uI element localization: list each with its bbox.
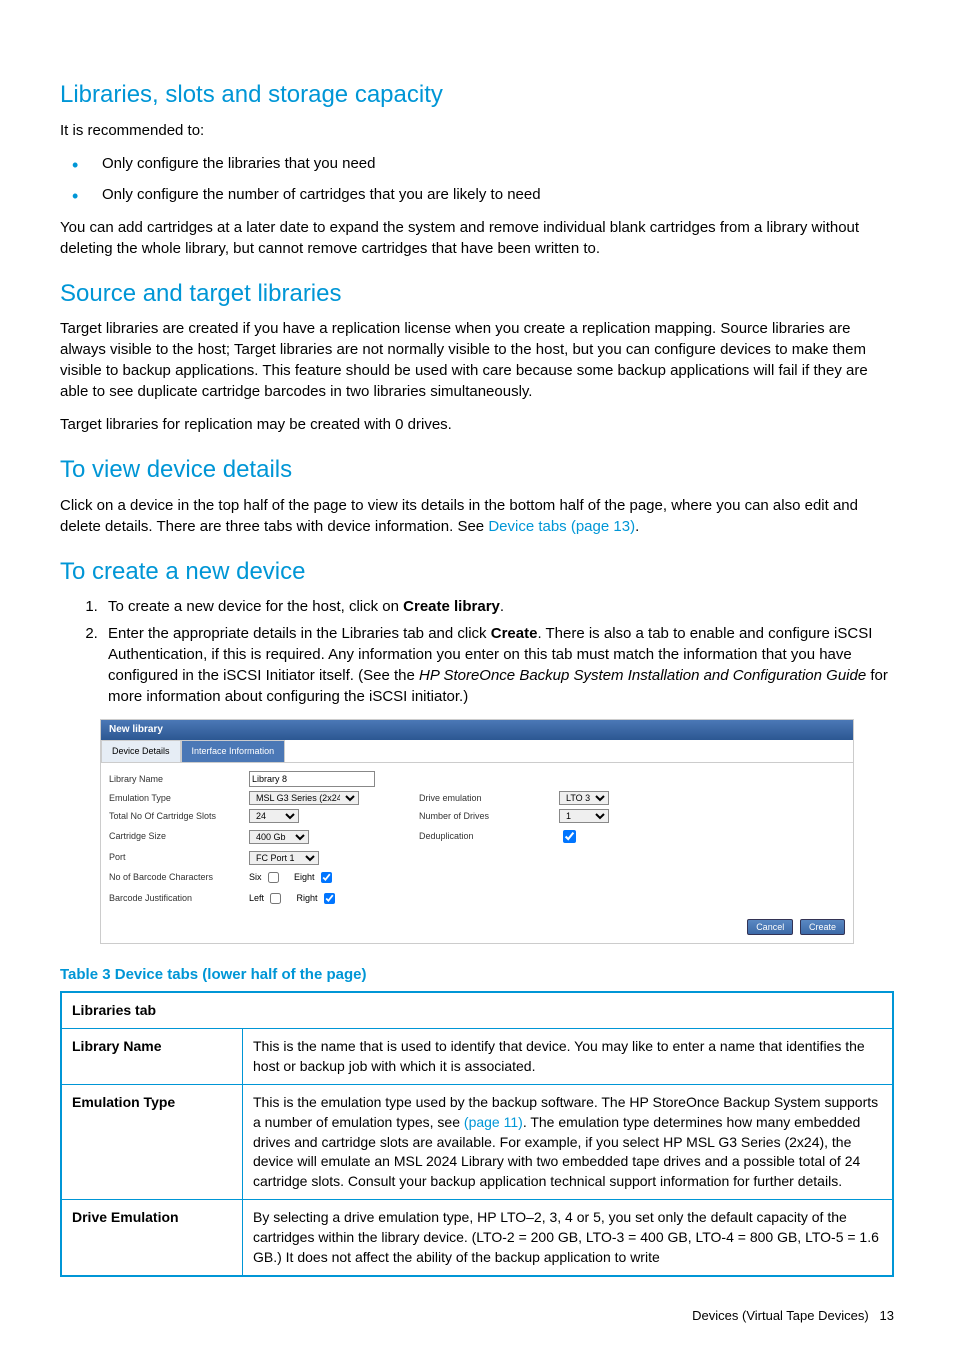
- num-drives-select[interactable]: 1: [559, 809, 609, 823]
- page-footer: Devices (Virtual Tape Devices) 13: [60, 1307, 894, 1325]
- library-name-input[interactable]: [249, 771, 375, 787]
- row-value: This is the name that is used to identif…: [243, 1029, 894, 1085]
- page-11-link[interactable]: (page 11): [464, 1114, 523, 1130]
- label-barcode-chars: No of Barcode Characters: [109, 871, 239, 884]
- heading-create-device: To create a new device: [60, 555, 894, 589]
- body-text: Target libraries for replication may be …: [60, 414, 894, 435]
- left-checkbox[interactable]: [270, 893, 281, 904]
- drive-emulation-select[interactable]: LTO 3: [559, 791, 609, 805]
- row-value: By selecting a drive emulation type, HP …: [243, 1200, 894, 1276]
- cartridge-size-select[interactable]: 400 Gb: [249, 830, 309, 844]
- heading-libraries-slots: Libraries, slots and storage capacity: [60, 78, 894, 112]
- body-text: Click on a device in the top half of the…: [60, 495, 894, 537]
- label-library-name: Library Name: [109, 773, 239, 786]
- label-num-drives: Number of Drives: [419, 810, 549, 823]
- tab-interface-info[interactable]: Interface Information: [181, 740, 286, 762]
- heading-source-target: Source and target libraries: [60, 277, 894, 311]
- intro-text: It is recommended to:: [60, 120, 894, 141]
- recommend-list: Only configure the libraries that you ne…: [60, 153, 894, 205]
- label-drive-emulation: Drive emulation: [419, 792, 549, 805]
- dedup-checkbox[interactable]: [563, 830, 576, 843]
- create-button[interactable]: Create: [800, 919, 845, 935]
- heading-view-details: To view device details: [60, 453, 894, 487]
- dialog-form: Library Name Emulation Type MSL G3 Serie…: [101, 763, 853, 915]
- label-cartridge-size: Cartridge Size: [109, 830, 239, 843]
- body-text: Target libraries are created if you have…: [60, 318, 894, 402]
- eight-checkbox[interactable]: [321, 872, 332, 883]
- label-port: Port: [109, 851, 239, 864]
- dialog-tabs: Device Details Interface Information: [101, 740, 853, 763]
- row-value: This is the emulation type used by the b…: [243, 1085, 894, 1200]
- table-row: Emulation Type This is the emulation typ…: [61, 1085, 893, 1200]
- row-key: Emulation Type: [61, 1085, 243, 1200]
- table3-title: Table 3 Device tabs (lower half of the p…: [60, 964, 894, 985]
- list-item: To create a new device for the host, cli…: [102, 596, 894, 617]
- emulation-type-select[interactable]: MSL G3 Series (2x24): [249, 791, 359, 805]
- table-row: Drive Emulation By selecting a drive emu…: [61, 1200, 893, 1276]
- row-key: Library Name: [61, 1029, 243, 1085]
- list-item: Only configure the libraries that you ne…: [60, 153, 894, 174]
- right-checkbox[interactable]: [324, 893, 335, 904]
- table3: Libraries tab Library Name This is the n…: [60, 991, 894, 1278]
- label-emulation-type: Emulation Type: [109, 792, 239, 805]
- table3-section-header: Libraries tab: [61, 992, 893, 1029]
- body-text: You can add cartridges at a later date t…: [60, 217, 894, 259]
- create-steps: To create a new device for the host, cli…: [60, 596, 894, 707]
- list-item: Only configure the number of cartridges …: [60, 184, 894, 205]
- new-library-dialog: New library Device Details Interface Inf…: [100, 719, 854, 943]
- six-checkbox[interactable]: [268, 872, 279, 883]
- device-tabs-link[interactable]: Device tabs (page 13): [488, 518, 635, 535]
- table-row: Library Name This is the name that is us…: [61, 1029, 893, 1085]
- cancel-button[interactable]: Cancel: [747, 919, 793, 935]
- label-cartridge-slots: Total No Of Cartridge Slots: [109, 810, 239, 823]
- tab-device-details[interactable]: Device Details: [101, 740, 181, 762]
- label-barcode-just: Barcode Justification: [109, 892, 239, 905]
- dialog-title: New library: [101, 720, 853, 740]
- label-dedup: Deduplication: [419, 830, 549, 843]
- cartridge-slots-select[interactable]: 24: [249, 809, 299, 823]
- row-key: Drive Emulation: [61, 1200, 243, 1276]
- list-item: Enter the appropriate details in the Lib…: [102, 623, 894, 707]
- port-select[interactable]: FC Port 1: [249, 851, 319, 865]
